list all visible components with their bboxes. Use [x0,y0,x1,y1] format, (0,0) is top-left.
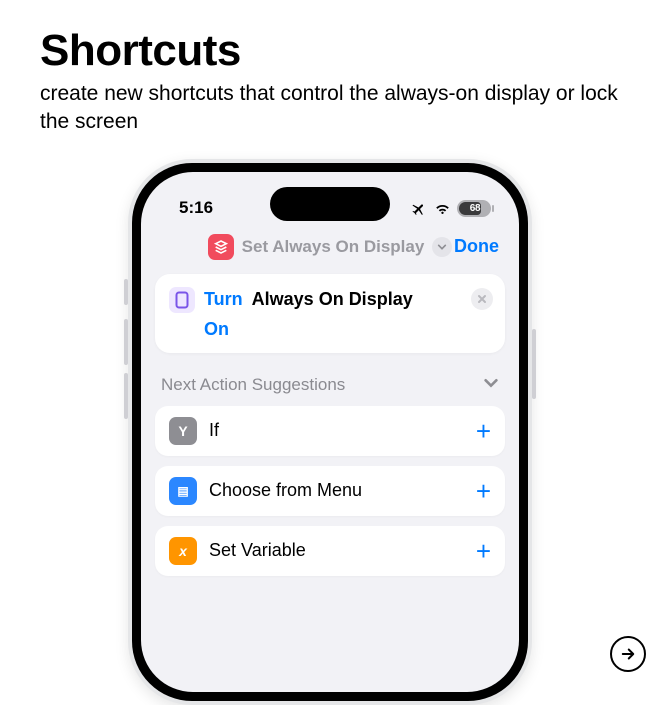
battery-icon: 68 [457,200,491,217]
add-icon[interactable]: + [476,538,491,564]
next-page-button[interactable] [610,636,646,672]
done-button[interactable]: Done [454,236,499,257]
page-subtitle: create new shortcuts that control the al… [40,80,620,137]
action-target: Always On Display [252,289,413,310]
suggestion-label: If [209,420,476,441]
shortcut-title[interactable]: Set Always On Display [242,237,425,257]
add-icon[interactable]: + [476,478,491,504]
airplane-icon [411,200,428,217]
aod-icon [169,287,195,313]
page-title: Shortcuts [40,26,660,76]
battery-percent: 68 [459,203,491,214]
suggestion-label: Choose from Menu [209,480,476,501]
dynamic-island [270,187,390,221]
suggestion-if[interactable]: Y If + [155,406,505,456]
action-card[interactable]: Turn Always On Display On [155,274,505,353]
suggestion-choose-menu[interactable]: ▤ Choose from Menu + [155,466,505,516]
phone-screen: 5:16 68 Set A [141,172,519,692]
if-icon: Y [169,417,197,445]
action-state[interactable]: On [204,319,491,340]
wifi-icon [434,201,451,215]
phone-power [532,329,536,399]
menu-icon: ▤ [169,477,197,505]
suggestions-collapse-icon[interactable] [483,375,499,396]
arrow-right-icon [619,645,637,663]
variable-icon: x [169,537,197,565]
editor-header: Set Always On Display Done [141,226,519,274]
suggestions-title: Next Action Suggestions [161,375,345,395]
title-chevron-icon[interactable] [432,237,452,257]
shortcut-app-icon[interactable] [208,234,234,260]
action-verb[interactable]: Turn [204,289,243,310]
suggestions-list: Y If + ▤ Choose from Menu + x Set Variab… [155,406,505,576]
suggestion-label: Set Variable [209,540,476,561]
clear-action-button[interactable] [471,288,493,310]
phone-frame: 5:16 68 Set A [128,159,532,705]
phone-switch [124,279,128,305]
phone-volume-down [124,373,128,419]
status-time: 5:16 [179,198,213,218]
phone-volume-up [124,319,128,365]
add-icon[interactable]: + [476,418,491,444]
suggestion-set-variable[interactable]: x Set Variable + [155,526,505,576]
